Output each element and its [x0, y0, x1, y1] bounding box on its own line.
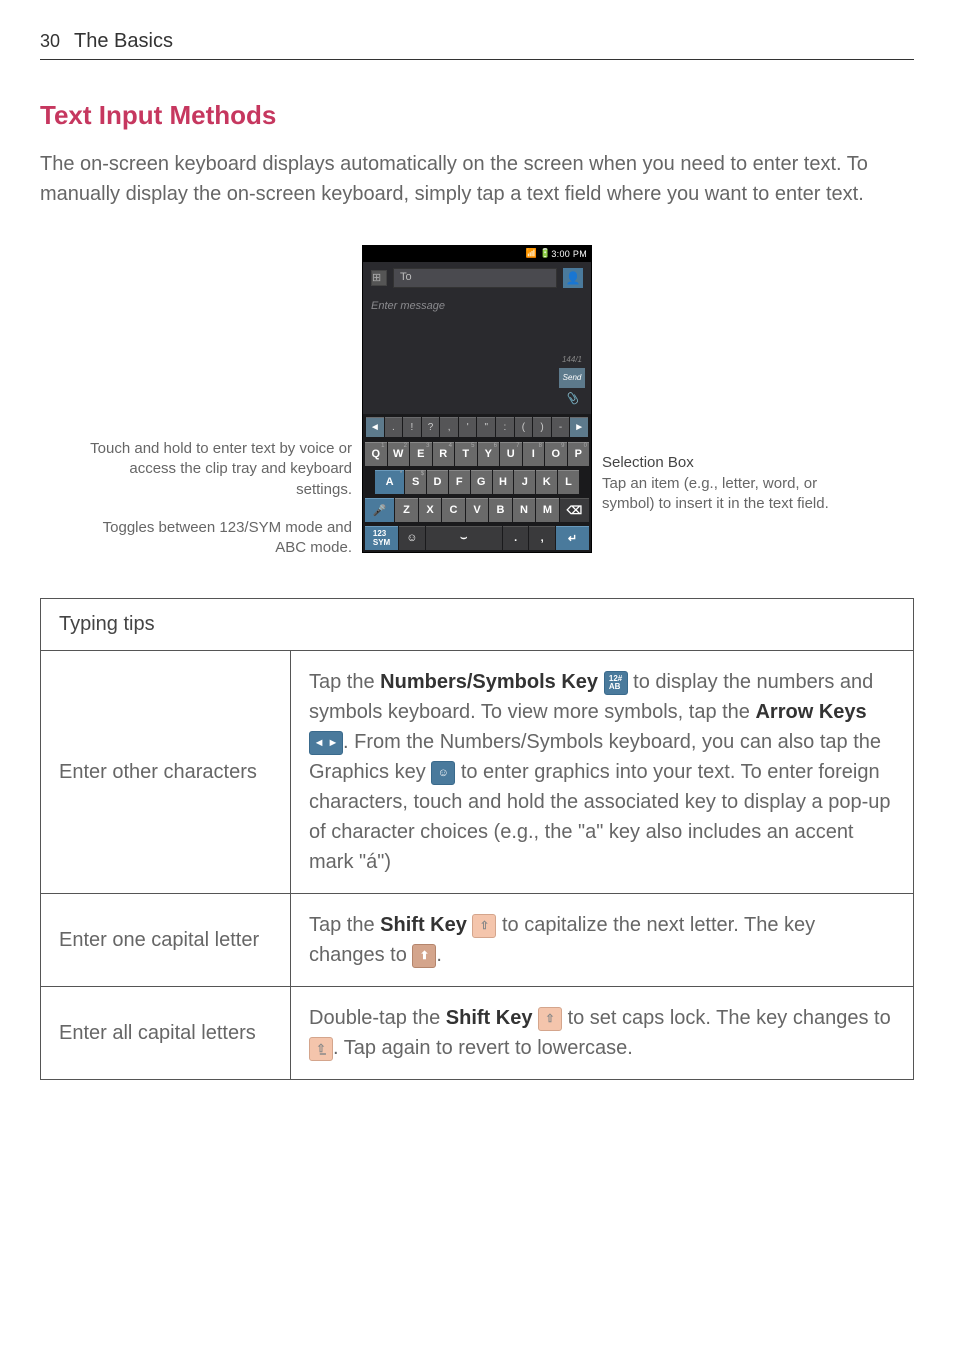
key-k[interactable]: K: [536, 470, 557, 494]
selection-key[interactable]: -: [552, 417, 570, 437]
key-v[interactable]: V: [466, 498, 489, 522]
key-y[interactable]: 6Y: [478, 442, 500, 466]
enter-key[interactable]: ↵: [556, 526, 589, 550]
annotation-selection-box-title: Selection Box: [602, 453, 872, 473]
page-header: 30 The Basics: [40, 30, 914, 60]
selection-key[interactable]: ': [459, 417, 477, 437]
status-time: 3:00 PM: [551, 249, 587, 259]
message-area[interactable]: Enter message 144/1 Send 📎: [363, 294, 591, 414]
selection-key[interactable]: ": [477, 417, 495, 437]
keyboard-row-4: 123SYM ☺ ⌣ . , ↵: [363, 524, 591, 552]
key-p[interactable]: 0P: [568, 442, 590, 466]
key-n[interactable]: N: [513, 498, 536, 522]
selection-key[interactable]: ?: [422, 417, 440, 437]
key-q[interactable]: 1Q: [365, 442, 387, 466]
typing-tips-table: Typing tips Enter other characters Tap t…: [40, 598, 914, 1080]
key-h[interactable]: H: [493, 470, 514, 494]
selection-box-row: ◄.!?,'":()-►: [363, 414, 591, 440]
comma-key[interactable]: ,: [529, 526, 554, 550]
caps-lock-icon: ⇧̲: [309, 1037, 333, 1061]
selection-key[interactable]: ,: [440, 417, 458, 437]
row-desc-enter-other: Tap the Numbers/Symbols Key 12#AB to dis…: [291, 651, 914, 894]
keyboard-row-2: *A $SDFGHJKL: [363, 468, 591, 496]
key-z[interactable]: Z: [395, 498, 418, 522]
phone-mock: 📶 🔋 3:00 PM ⊞ To 👤 Enter message 144/1 S…: [362, 245, 592, 553]
key-c[interactable]: C: [442, 498, 465, 522]
selection-key[interactable]: (: [515, 417, 533, 437]
section-title: The Basics: [74, 30, 173, 53]
graphics-key-icon: ☺: [431, 761, 455, 785]
key-r[interactable]: 4R: [433, 442, 455, 466]
key-t[interactable]: 5T: [455, 442, 477, 466]
key-d[interactable]: D: [427, 470, 448, 494]
compose-icon: ⊞: [371, 270, 387, 286]
selection-key[interactable]: ◄: [366, 417, 384, 437]
row-desc-all-capital: Double-tap the Shift Key ⇧ to set caps l…: [291, 987, 914, 1080]
key-o[interactable]: 9O: [545, 442, 567, 466]
heading-text-input-methods: Text Input Methods: [40, 100, 914, 131]
selection-key[interactable]: .: [385, 417, 403, 437]
keyboard-row-3: 🎤 ZXCVBNM⌫: [363, 496, 591, 524]
period-key[interactable]: .: [503, 526, 528, 550]
right-annotations: Selection Box Tap an item (e.g., letter,…: [602, 283, 872, 514]
avatar-icon[interactable]: 👤: [563, 268, 583, 288]
send-button[interactable]: Send: [559, 368, 585, 388]
table-row: Enter other characters Tap the Numbers/S…: [41, 651, 914, 894]
key-j[interactable]: J: [514, 470, 535, 494]
keyboard-row-1: 1Q2W3E4R5T6Y7U8I9O0P: [363, 440, 591, 468]
shift-key-icon: ⇧: [538, 1007, 562, 1031]
numbers-symbols-key-icon: 12#AB: [604, 671, 628, 695]
key-i[interactable]: 8I: [523, 442, 545, 466]
annotation-selection-box-desc: Tap an item (e.g., letter, word, or symb…: [602, 474, 872, 515]
char-count: 144/1: [562, 355, 582, 364]
table-row: Enter all capital letters Double-tap the…: [41, 987, 914, 1080]
mic-key[interactable]: 🎤: [365, 498, 394, 522]
shift-key-icon: ⇧: [472, 914, 496, 938]
backspace-key[interactable]: ⌫: [560, 498, 589, 522]
space-key[interactable]: ⌣: [426, 526, 502, 550]
arrow-keys-icon: ◄ ►: [309, 731, 343, 755]
annotation-voice-clip: Touch and hold to enter text by voice or…: [82, 439, 352, 500]
selection-key[interactable]: ): [533, 417, 551, 437]
keyboard-diagram: Touch and hold to enter text by voice or…: [40, 239, 914, 558]
selection-key[interactable]: !: [403, 417, 421, 437]
key-l[interactable]: L: [558, 470, 579, 494]
attach-icon[interactable]: 📎: [564, 392, 580, 408]
phone-status-bar: 📶 🔋 3:00 PM: [363, 246, 591, 262]
row-label-enter-other: Enter other characters: [41, 651, 291, 894]
emoji-key[interactable]: ☺: [399, 526, 424, 550]
key-a[interactable]: *A: [375, 470, 404, 494]
status-signal-icon: 📶 🔋: [526, 248, 552, 259]
row-label-all-capital: Enter all capital letters: [41, 987, 291, 1080]
key-e[interactable]: 3E: [410, 442, 432, 466]
intro-paragraph: The on-screen keyboard displays automati…: [40, 149, 914, 209]
compose-to-row: ⊞ To 👤: [363, 262, 591, 294]
page-number: 30: [40, 31, 60, 52]
key-g[interactable]: G: [471, 470, 492, 494]
key-m[interactable]: M: [536, 498, 559, 522]
selection-key[interactable]: :: [496, 417, 514, 437]
selection-key[interactable]: ►: [570, 417, 588, 437]
sym-key[interactable]: 123SYM: [365, 526, 398, 550]
key-w[interactable]: 2W: [388, 442, 410, 466]
to-input[interactable]: To: [393, 268, 557, 288]
row-label-one-capital: Enter one capital letter: [41, 894, 291, 987]
shift-active-icon: ⬆: [412, 944, 436, 968]
table-row: Enter one capital letter Tap the Shift K…: [41, 894, 914, 987]
key-u[interactable]: 7U: [500, 442, 522, 466]
annotation-toggle-mode: Toggles between 123/SYM mode and ABC mod…: [82, 518, 352, 559]
table-header: Typing tips: [41, 599, 914, 651]
key-b[interactable]: B: [489, 498, 512, 522]
key-f[interactable]: F: [449, 470, 470, 494]
key-s[interactable]: $S: [405, 470, 426, 494]
left-annotations: Touch and hold to enter text by voice or…: [82, 239, 352, 558]
message-placeholder: Enter message: [371, 300, 445, 312]
key-x[interactable]: X: [419, 498, 442, 522]
row-desc-one-capital: Tap the Shift Key ⇧ to capitalize the ne…: [291, 894, 914, 987]
